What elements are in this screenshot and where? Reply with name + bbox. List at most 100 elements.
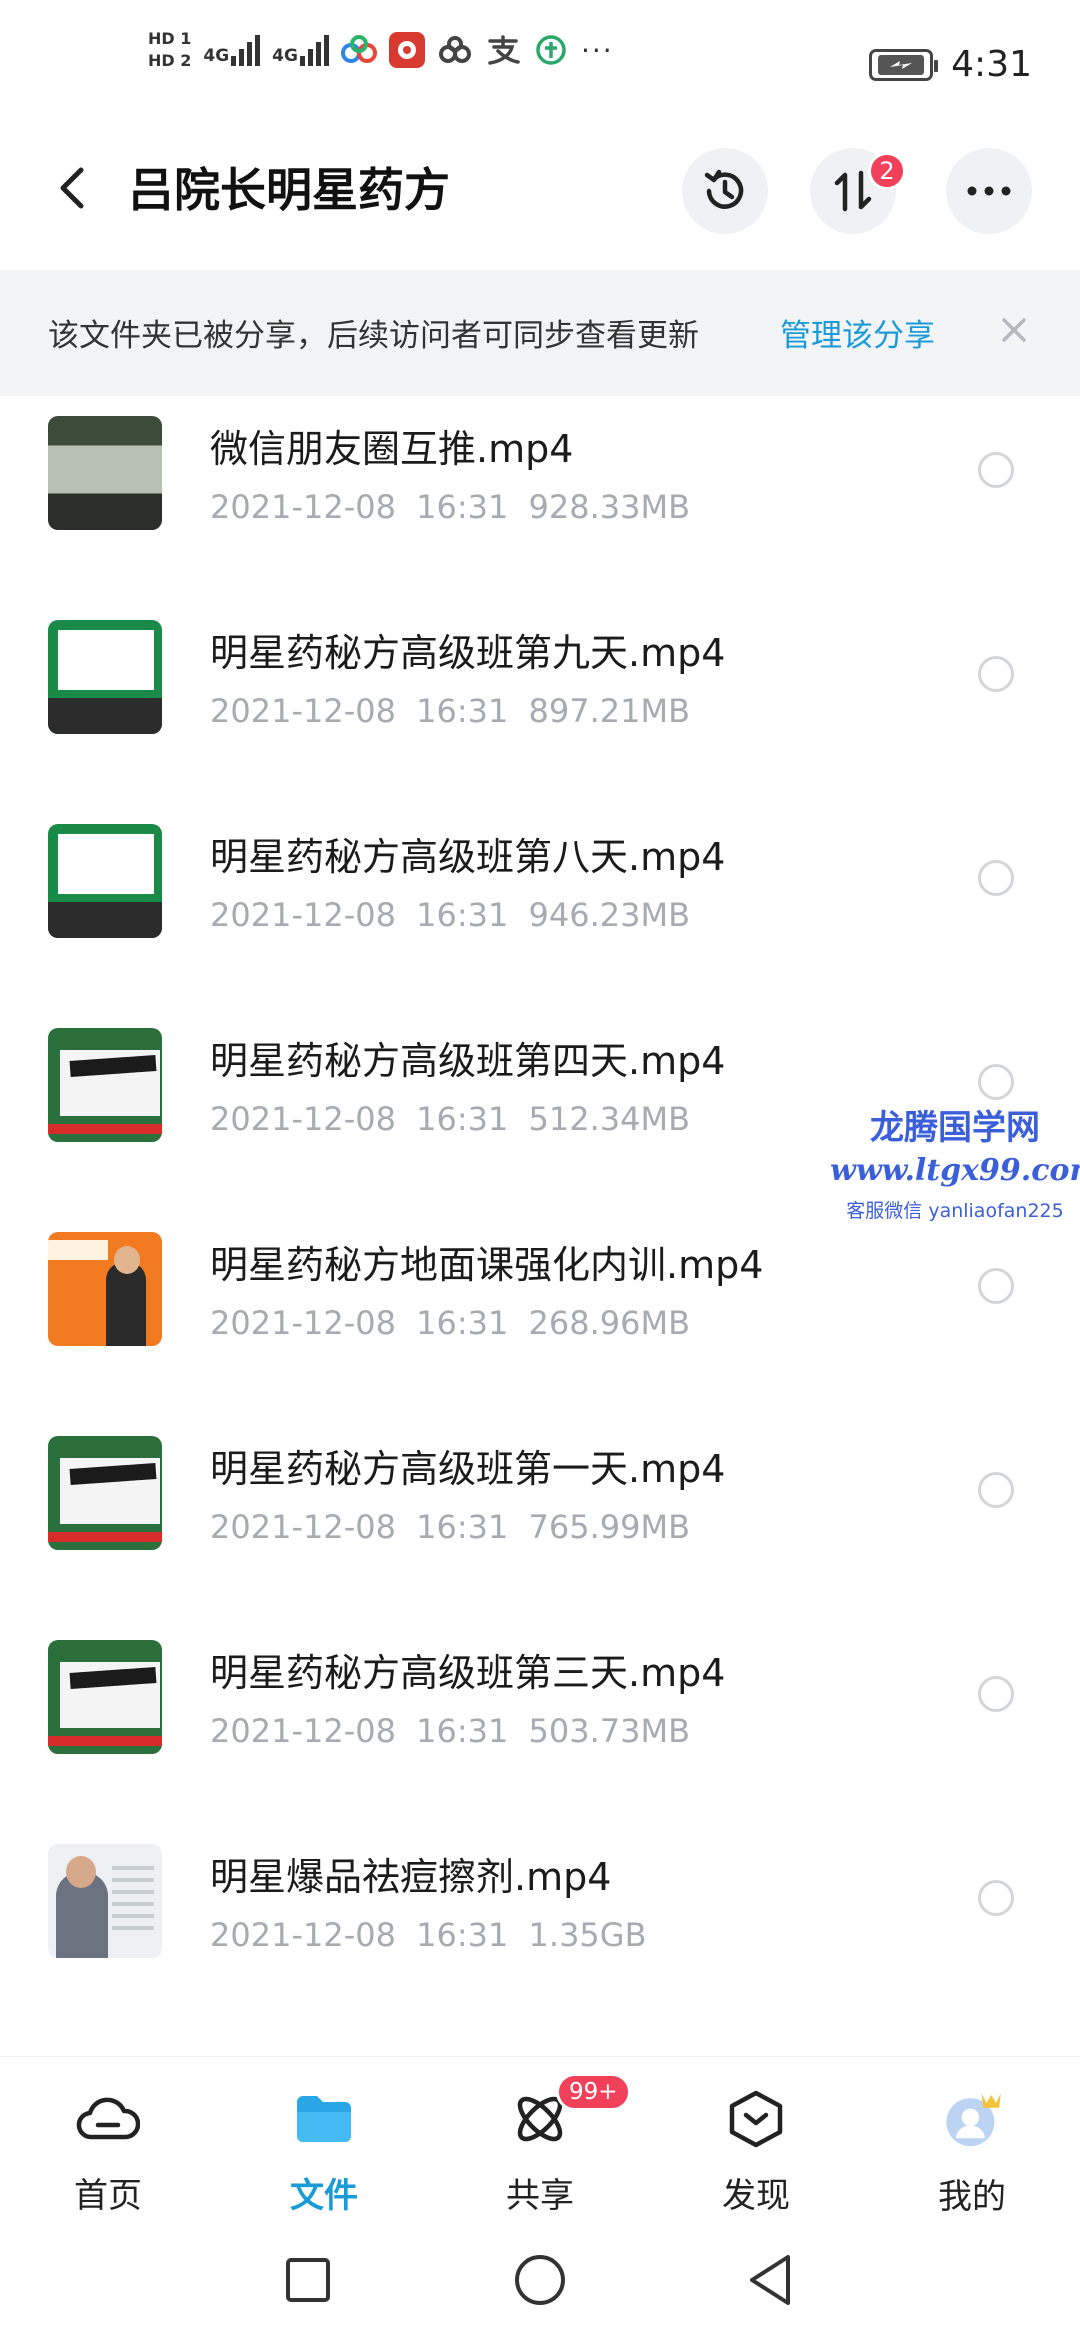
file-meta: 2021-12-08 16:31 268.96MB xyxy=(210,1304,690,1342)
file-size: 765.99MB xyxy=(528,1508,691,1546)
more-options-button[interactable] xyxy=(946,148,1032,234)
tab-mine[interactable]: 我的 xyxy=(892,2087,1052,2217)
file-date: 2021-12-08 xyxy=(210,1100,396,1138)
file-time: 16:31 xyxy=(416,1712,509,1750)
back-system-button[interactable] xyxy=(740,2250,800,2310)
watermark-line3: 客服微信 yanliaofan225 xyxy=(846,1200,1064,1222)
select-checkbox[interactable] xyxy=(978,452,1014,488)
file-row[interactable]: 明星药秘方高级班第九天.mp4 2021-12-08 16:31 897.21M… xyxy=(0,600,1080,804)
battery-icon xyxy=(869,48,939,81)
file-name: 微信朋友圈互推.mp4 xyxy=(210,427,574,471)
circle-icon xyxy=(515,2255,565,2305)
share-icon: 99+ xyxy=(508,2073,631,2150)
file-time: 16:31 xyxy=(416,488,509,526)
file-list[interactable]: 微信朋友圈互推.mp4 2021-12-08 16:31 928.33MB 明星… xyxy=(0,396,1080,2056)
home-button[interactable] xyxy=(510,2250,570,2310)
file-time: 16:31 xyxy=(416,692,509,730)
triangle-back-icon xyxy=(750,2255,790,2305)
signal-2: 4G xyxy=(272,34,329,66)
tab-discover[interactable]: 发现 xyxy=(676,2087,836,2217)
file-row[interactable]: 明星药秘方高级班第八天.mp4 2021-12-08 16:31 946.23M… xyxy=(0,804,1080,1008)
app-header: 吕院长明星药方 2 xyxy=(0,130,1080,250)
back-button[interactable] xyxy=(44,158,100,218)
select-checkbox[interactable] xyxy=(978,860,1014,896)
clock: 4:31 xyxy=(951,44,1032,85)
file-row[interactable]: 微信朋友圈互推.mp4 2021-12-08 16:31 928.33MB xyxy=(0,396,1080,600)
discover-icon xyxy=(724,2087,788,2150)
file-date: 2021-12-08 xyxy=(210,1508,396,1546)
file-size: 946.23MB xyxy=(528,896,691,934)
select-checkbox[interactable] xyxy=(978,1064,1014,1100)
file-date: 2021-12-08 xyxy=(210,896,396,934)
select-checkbox[interactable] xyxy=(978,1880,1014,1916)
video-thumbnail xyxy=(48,1232,162,1346)
file-meta: 2021-12-08 16:31 897.21MB xyxy=(210,692,690,730)
file-date: 2021-12-08 xyxy=(210,1916,396,1954)
net1-label: 4G xyxy=(203,46,230,66)
file-name: 明星药秘方高级班第八天.mp4 xyxy=(210,835,726,879)
file-size: 1.35GB xyxy=(528,1916,647,1954)
file-name: 明星药秘方高级班第四天.mp4 xyxy=(210,1039,726,1083)
video-thumbnail xyxy=(48,824,162,938)
file-time: 16:31 xyxy=(416,1508,509,1546)
tab-home[interactable]: 首页 xyxy=(28,2087,188,2217)
signal-bars-icon xyxy=(299,34,329,66)
bottom-tab-bar: 首页 文件 99+ 共享 发现 我的 xyxy=(0,2056,1080,2217)
select-checkbox[interactable] xyxy=(978,1268,1014,1304)
more-dots-icon xyxy=(967,186,1011,196)
file-size: 512.34MB xyxy=(528,1100,691,1138)
file-time: 16:31 xyxy=(416,1916,509,1954)
video-thumbnail xyxy=(48,1436,162,1550)
file-date: 2021-12-08 xyxy=(210,488,396,526)
video-thumbnail xyxy=(48,1640,162,1754)
file-name: 明星爆品祛痘擦剂.mp4 xyxy=(210,1855,612,1899)
sim-indicator: HD 1 HD 2 xyxy=(148,30,191,70)
file-date: 2021-12-08 xyxy=(210,1712,396,1750)
share-notice-banner: 该文件夹已被分享，后续访问者可同步查看更新 管理该分享 xyxy=(0,270,1080,396)
banner-close-button[interactable] xyxy=(994,304,1034,356)
signal-1: 4G xyxy=(203,34,261,66)
status-icons-right: 4:31 xyxy=(869,44,1032,85)
share-notice-text: 该文件夹已被分享，后续访问者可同步查看更新 xyxy=(48,318,699,354)
select-checkbox[interactable] xyxy=(978,1472,1014,1508)
tab-files[interactable]: 文件 xyxy=(244,2087,404,2217)
battery-charging-icon xyxy=(878,54,925,75)
recents-button[interactable] xyxy=(278,2250,338,2310)
app-notify-icon xyxy=(388,32,425,68)
status-bar: HD 1 HD 2 4G 4G ··· 4:31 xyxy=(0,0,1080,120)
file-meta: 2021-12-08 16:31 946.23MB xyxy=(210,896,690,934)
file-row[interactable]: 明星药秘方高级班第一天.mp4 2021-12-08 16:31 765.99M… xyxy=(0,1416,1080,1620)
file-row[interactable]: 明星药秘方地面课强化内训.mp4 2021-12-08 16:31 268.96… xyxy=(0,1212,1080,1416)
watermark: 龙腾国学网 www.ltgx99.com 客服微信 yanliaofan225 xyxy=(830,1100,1080,1223)
select-checkbox[interactable] xyxy=(978,1676,1014,1712)
more-notifications-indicator: ··· xyxy=(580,33,614,67)
file-meta: 2021-12-08 16:31 765.99MB xyxy=(210,1508,690,1546)
file-time: 16:31 xyxy=(416,896,509,934)
file-meta: 2021-12-08 16:31 503.73MB xyxy=(210,1712,690,1750)
file-date: 2021-12-08 xyxy=(210,1304,396,1342)
tab-share[interactable]: 99+ 共享 xyxy=(460,2073,631,2217)
file-name: 明星药秘方高级班第三天.mp4 xyxy=(210,1651,726,1695)
file-date: 2021-12-08 xyxy=(210,692,396,730)
tab-mine-label: 我的 xyxy=(938,2177,1006,2217)
file-name: 明星药秘方高级班第一天.mp4 xyxy=(210,1447,726,1491)
file-row[interactable]: 明星爆品祛痘擦剂.mp4 2021-12-08 16:31 1.35GB xyxy=(0,1824,1080,2028)
history-button[interactable] xyxy=(682,148,768,234)
sim1-label: HD 1 xyxy=(148,29,192,48)
tab-share-label: 共享 xyxy=(506,2176,574,2216)
select-checkbox[interactable] xyxy=(978,656,1014,692)
video-thumbnail xyxy=(48,620,162,734)
folder-icon xyxy=(292,2087,356,2150)
history-icon xyxy=(704,169,744,209)
file-size: 268.96MB xyxy=(528,1304,691,1342)
video-thumbnail xyxy=(48,1028,162,1142)
file-meta: 2021-12-08 16:31 928.33MB xyxy=(210,488,690,526)
share-count-badge: 99+ xyxy=(556,2073,631,2111)
manage-share-link[interactable]: 管理该分享 xyxy=(780,310,935,355)
page-title: 吕院长明星药方 xyxy=(128,163,450,217)
video-thumbnail xyxy=(48,416,162,530)
file-time: 16:31 xyxy=(416,1304,509,1342)
file-row[interactable]: 明星药秘方高级班第三天.mp4 2021-12-08 16:31 503.73M… xyxy=(0,1620,1080,1824)
close-icon xyxy=(1002,318,1026,342)
file-meta: 2021-12-08 16:31 1.35GB xyxy=(210,1916,647,1954)
